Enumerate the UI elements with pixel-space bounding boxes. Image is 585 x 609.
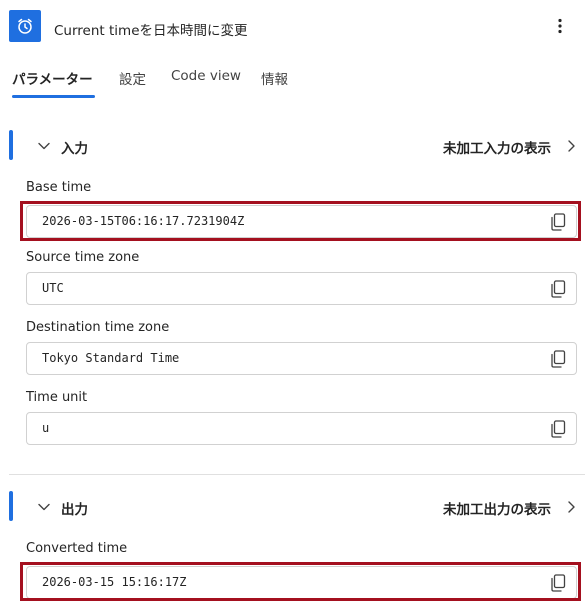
active-tab-indicator (12, 95, 95, 98)
time-unit-field[interactable]: u (26, 412, 577, 445)
destination-time-zone-value: Tokyo Standard Time (42, 351, 180, 365)
inputs-section-accent (9, 130, 13, 160)
chevron-down-icon[interactable] (36, 138, 52, 154)
tab-bar: パラメーター 設定 Code view 情報 (0, 62, 585, 102)
section-divider (9, 474, 585, 475)
base-time-label: Base time (26, 180, 92, 195)
chevron-right-icon[interactable] (565, 139, 577, 153)
chevron-right-icon[interactable] (565, 500, 577, 514)
source-time-zone-field[interactable]: UTC (26, 272, 577, 305)
destination-time-zone-label: Destination time zone (26, 320, 170, 335)
tab-about[interactable]: 情報 (261, 68, 288, 88)
chevron-down-icon[interactable] (36, 499, 52, 515)
copy-icon[interactable] (550, 420, 566, 438)
copy-icon[interactable] (550, 280, 566, 298)
outputs-section-title: 出力 (61, 502, 88, 518)
show-raw-inputs-link[interactable]: 未加工入力の表示 (443, 137, 551, 157)
copy-icon[interactable] (550, 574, 566, 592)
converted-time-value: 2026-03-15 15:16:17Z (42, 575, 187, 589)
copy-icon[interactable] (550, 350, 566, 368)
source-time-zone-label: Source time zone (26, 250, 140, 265)
destination-time-zone-field[interactable]: Tokyo Standard Time (26, 342, 577, 375)
outputs-section-accent (9, 491, 13, 521)
base-time-value: 2026-03-15T06:16:17.7231904Z (42, 214, 245, 228)
tab-parameters[interactable]: パラメーター (12, 68, 93, 88)
source-time-zone-value: UTC (42, 281, 64, 295)
show-raw-outputs-link[interactable]: 未加工出力の表示 (443, 498, 551, 518)
more-vertical-icon (558, 18, 562, 34)
more-options-button[interactable] (549, 14, 571, 38)
base-time-field[interactable]: 2026-03-15T06:16:17.7231904Z (26, 205, 577, 238)
time-unit-label: Time unit (26, 390, 88, 405)
copy-icon[interactable] (550, 213, 566, 231)
action-title: Current timeを日本時間に変更 (54, 23, 248, 39)
tab-code-view[interactable]: Code view (171, 68, 241, 84)
time-unit-value: u (42, 421, 50, 435)
converted-time-label: Converted time (26, 541, 128, 556)
inputs-section-title: 入力 (61, 141, 88, 157)
tab-settings[interactable]: 設定 (119, 68, 146, 88)
action-header: Current timeを日本時間に変更 (0, 0, 585, 56)
alarm-clock-icon (9, 10, 41, 42)
converted-time-field[interactable]: 2026-03-15 15:16:17Z (26, 566, 577, 599)
